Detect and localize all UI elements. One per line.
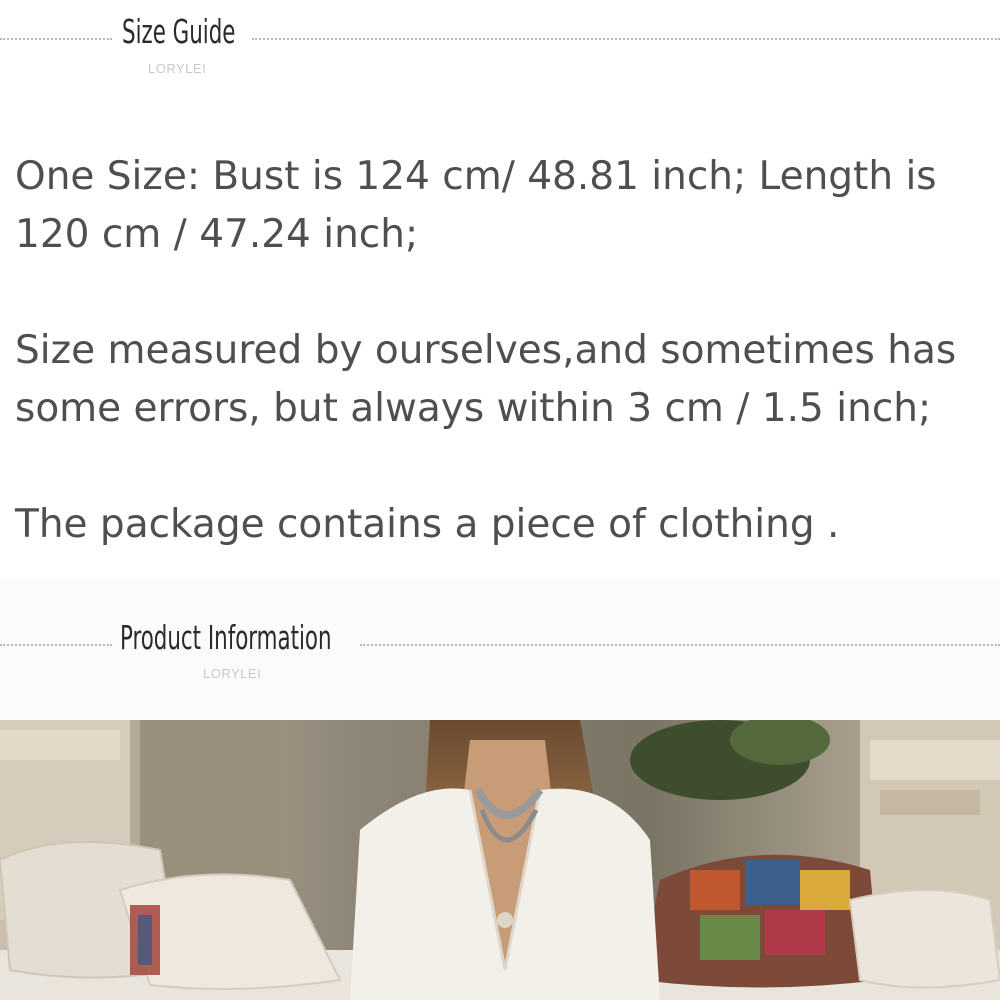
brand-watermark: LORYLEI [148, 61, 207, 76]
brand-watermark: LORYLEI [203, 666, 262, 681]
product-info-title: Product Information [120, 618, 332, 657]
dotted-divider-right [360, 644, 1000, 646]
dotted-divider-right [252, 38, 1000, 40]
size-paragraph-errors: Size measured by ourselves,and sometimes… [15, 328, 957, 431]
size-guide-title: Size Guide [122, 12, 236, 51]
size-paragraph-package: The package contains a piece of clothing… [15, 502, 840, 547]
product-photo-illustration [0, 720, 1000, 1000]
size-guide-text: One Size: Bust is 124 cm/ 48.81 inch; Le… [15, 148, 1000, 554]
product-info-header: Product Information LORYLEI [0, 600, 1000, 700]
dotted-divider-left [0, 644, 112, 646]
size-paragraph-dimensions: One Size: Bust is 124 cm/ 48.81 inch; Le… [15, 154, 937, 257]
product-photo [0, 720, 1000, 1000]
size-guide-header: Size Guide LORYLEI [0, 0, 1000, 100]
dotted-divider-left [0, 38, 112, 40]
